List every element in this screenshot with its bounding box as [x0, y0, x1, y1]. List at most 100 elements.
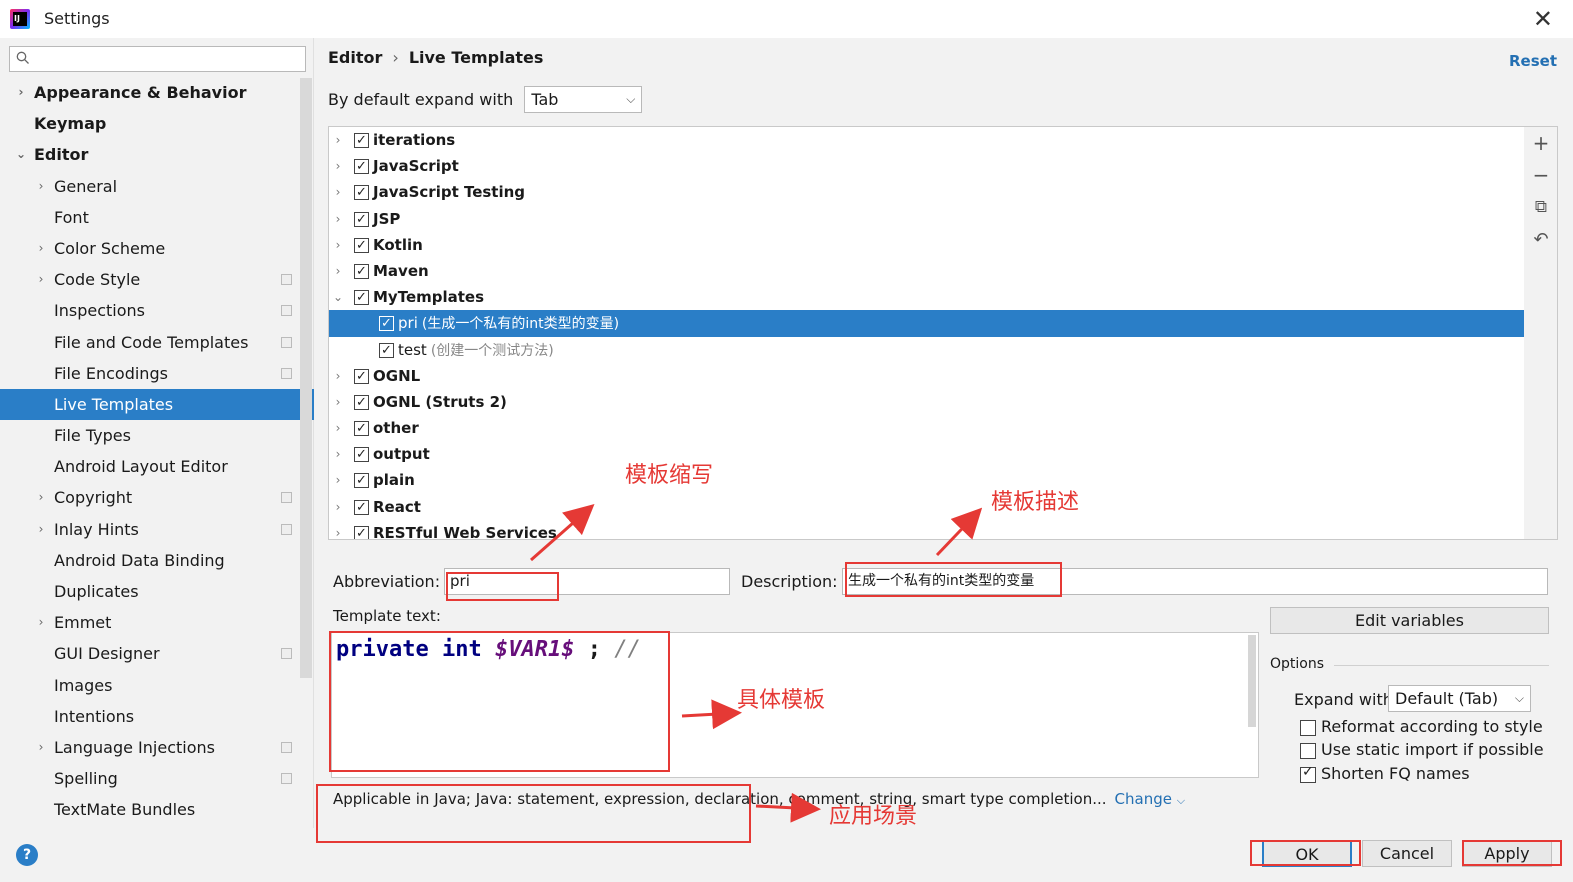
- sidebar-item-inspections[interactable]: Inspections: [0, 295, 300, 326]
- cancel-button[interactable]: Cancel: [1362, 840, 1452, 867]
- default-expand-select[interactable]: Tab ⌵: [524, 86, 643, 113]
- chevron-right-icon[interactable]: ›: [34, 732, 48, 763]
- template-group[interactable]: › Maven: [329, 258, 1537, 285]
- template-group[interactable]: › OGNL (Struts 2): [329, 389, 1537, 416]
- template-enabled-checkbox[interactable]: [354, 468, 369, 494]
- chevron-right-icon[interactable]: ›: [34, 264, 48, 295]
- sidebar-scrollbar[interactable]: [300, 78, 312, 678]
- sidebar-item-editor[interactable]: ⌄ Editor: [0, 139, 300, 170]
- template-group[interactable]: › JavaScript: [329, 153, 1537, 180]
- template-enabled-checkbox[interactable]: [354, 285, 369, 311]
- edit-variables-button[interactable]: Edit variables: [1270, 607, 1549, 634]
- sidebar-item-android-data-binding[interactable]: Android Data Binding: [0, 545, 300, 576]
- chevron-right-icon[interactable]: ›: [34, 171, 48, 202]
- template-enabled-checkbox[interactable]: [379, 311, 394, 337]
- breadcrumb-parent[interactable]: Editor: [328, 48, 382, 67]
- template-enabled-checkbox[interactable]: [354, 364, 369, 390]
- template-group[interactable]: › React: [329, 494, 1537, 521]
- sidebar-item-inlay-hints[interactable]: › Inlay Hints: [0, 514, 300, 545]
- sidebar-item-gui-designer[interactable]: GUI Designer: [0, 638, 300, 669]
- sidebar-item-general[interactable]: › General: [0, 171, 300, 202]
- sidebar-item-textmate-bundles[interactable]: TextMate Bundles: [0, 794, 300, 825]
- template-group[interactable]: › OGNL: [329, 363, 1537, 390]
- change-context-link[interactable]: Change ⌵: [1115, 790, 1186, 808]
- close-icon[interactable]: ✕: [1533, 5, 1553, 33]
- chevron-right-icon[interactable]: ›: [332, 179, 344, 205]
- template-group[interactable]: › JavaScript Testing: [329, 179, 1537, 206]
- template-group[interactable]: ⌄ MyTemplates: [329, 284, 1537, 311]
- chevron-down-icon[interactable]: ⌄: [14, 139, 28, 170]
- template-enabled-checkbox[interactable]: [354, 521, 369, 539]
- sidebar-item-live-templates[interactable]: Live Templates: [0, 388, 314, 421]
- abbreviation-field[interactable]: pri: [444, 568, 730, 595]
- sidebar-item-language-injections[interactable]: › Language Injections: [0, 732, 300, 763]
- template-enabled-checkbox[interactable]: [354, 233, 369, 259]
- template-enabled-checkbox[interactable]: [354, 207, 369, 233]
- sidebar-item-keymap[interactable]: Keymap: [0, 108, 300, 139]
- chevron-right-icon[interactable]: ›: [14, 77, 28, 108]
- reformat-option[interactable]: Reformat according to style: [1300, 717, 1543, 736]
- template-group[interactable]: › output: [329, 441, 1537, 468]
- chevron-right-icon[interactable]: ›: [332, 467, 344, 493]
- template-enabled-checkbox[interactable]: [354, 259, 369, 285]
- template-group[interactable]: › RESTful Web Services: [329, 520, 1537, 539]
- sidebar-item-file-encodings[interactable]: File Encodings: [0, 358, 300, 389]
- sidebar-item-file-types[interactable]: File Types: [0, 420, 300, 451]
- remove-icon[interactable]: −: [1532, 163, 1550, 187]
- template-enabled-checkbox[interactable]: [354, 442, 369, 468]
- template-enabled-checkbox[interactable]: [354, 416, 369, 442]
- sidebar-item-code-style[interactable]: › Code Style: [0, 264, 300, 295]
- template-group[interactable]: › plain: [329, 467, 1537, 494]
- template-enabled-checkbox[interactable]: [354, 390, 369, 416]
- chevron-right-icon[interactable]: ›: [34, 514, 48, 545]
- template-item[interactable]: pri(生成一个私有的int类型的变量): [329, 310, 1537, 337]
- apply-button[interactable]: Apply: [1462, 840, 1552, 867]
- sidebar-item-duplicates[interactable]: Duplicates: [0, 576, 300, 607]
- sidebar-item-intentions[interactable]: Intentions: [0, 701, 300, 732]
- chevron-right-icon[interactable]: ›: [332, 206, 344, 232]
- template-group[interactable]: › iterations: [329, 127, 1537, 154]
- chevron-right-icon[interactable]: ›: [34, 482, 48, 513]
- sidebar-item-images[interactable]: Images: [0, 670, 300, 701]
- sidebar-item-font[interactable]: Font: [0, 202, 300, 233]
- template-item[interactable]: test(创建一个测试方法): [329, 337, 1537, 364]
- template-enabled-checkbox[interactable]: [354, 128, 369, 154]
- template-group[interactable]: › other: [329, 415, 1537, 442]
- static-import-option[interactable]: Use static import if possible: [1300, 740, 1544, 759]
- template-enabled-checkbox[interactable]: [354, 495, 369, 521]
- shorten-fq-option[interactable]: Shorten FQ names: [1300, 764, 1470, 783]
- help-icon[interactable]: ?: [16, 844, 38, 866]
- chevron-right-icon[interactable]: ›: [332, 389, 344, 415]
- sidebar-item-file-and-code-templates[interactable]: File and Code Templates: [0, 327, 300, 358]
- template-group[interactable]: › JSP: [329, 206, 1537, 233]
- sidebar-item-emmet[interactable]: › Emmet: [0, 607, 300, 638]
- sidebar-item-appearance-behavior[interactable]: › Appearance & Behavior: [0, 77, 300, 108]
- sidebar-item-color-scheme[interactable]: › Color Scheme: [0, 233, 300, 264]
- template-text-scrollbar[interactable]: [1248, 635, 1256, 727]
- template-group[interactable]: › Kotlin: [329, 232, 1537, 259]
- reset-link[interactable]: Reset: [1509, 52, 1557, 70]
- static-import-checkbox[interactable]: [1300, 742, 1316, 759]
- chevron-right-icon[interactable]: ›: [332, 232, 344, 258]
- template-enabled-checkbox[interactable]: [354, 180, 369, 206]
- sidebar-item-android-layout-editor[interactable]: Android Layout Editor: [0, 451, 300, 482]
- description-field[interactable]: 生成一个私有的int类型的变量: [842, 568, 1548, 595]
- chevron-right-icon[interactable]: ›: [34, 607, 48, 638]
- settings-search-input[interactable]: [9, 46, 306, 72]
- template-enabled-checkbox[interactable]: [354, 154, 369, 180]
- chevron-right-icon[interactable]: ›: [332, 127, 344, 153]
- chevron-down-icon[interactable]: ⌄: [332, 284, 344, 310]
- undo-icon[interactable]: ↶: [1532, 229, 1550, 250]
- chevron-right-icon[interactable]: ›: [332, 494, 344, 520]
- chevron-right-icon[interactable]: ›: [332, 363, 344, 389]
- sidebar-item-spelling[interactable]: Spelling: [0, 763, 300, 794]
- chevron-right-icon[interactable]: ›: [34, 233, 48, 264]
- options-expand-select[interactable]: Default (Tab) ⌵: [1388, 685, 1531, 712]
- ok-button[interactable]: OK: [1262, 840, 1352, 867]
- chevron-right-icon[interactable]: ›: [332, 520, 344, 539]
- chevron-right-icon[interactable]: ›: [332, 258, 344, 284]
- chevron-right-icon[interactable]: ›: [332, 441, 344, 467]
- shorten-fq-checkbox[interactable]: [1300, 764, 1316, 783]
- template-enabled-checkbox[interactable]: [379, 338, 394, 364]
- add-icon[interactable]: +: [1532, 131, 1550, 155]
